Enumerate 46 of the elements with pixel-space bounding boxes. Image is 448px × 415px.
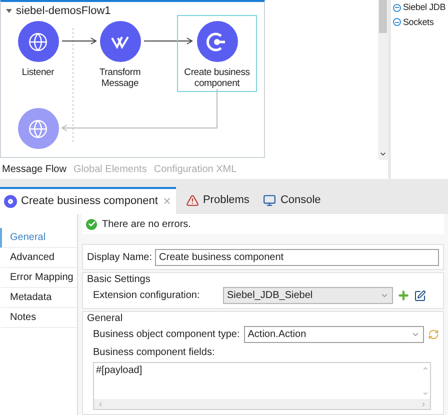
section-title: General: [87, 312, 124, 326]
refresh-icon[interactable]: [428, 329, 439, 340]
nav-item[interactable]: Error Mapping: [0, 268, 77, 288]
arrow: [62, 37, 97, 45]
arrow: [144, 37, 193, 45]
scroll-up-icon[interactable]: [422, 365, 428, 372]
status-message: There are no errors.: [102, 218, 191, 232]
extension-configuration-dropdown[interactable]: Siebel_JDB_Siebel: [223, 287, 393, 304]
editor-tab[interactable]: Create business component: [0, 186, 176, 214]
success-icon: [86, 218, 97, 230]
close-icon[interactable]: [162, 196, 172, 206]
scroll-left-icon[interactable]: [97, 400, 104, 408]
palette-item[interactable]: Sockets: [403, 16, 434, 29]
node-label: Transform Message: [98, 67, 142, 89]
component-fields-editor[interactable]: #[payload]: [93, 362, 431, 410]
field-label: Business object component type:: [93, 328, 240, 342]
field-label: Business component fields:: [92, 346, 216, 360]
nav-item[interactable]: Advanced: [0, 248, 77, 268]
canvas-tab[interactable]: Message Flow: [2, 162, 66, 177]
scrollbar[interactable]: [378, 0, 388, 160]
expand-triangle-icon[interactable]: [6, 8, 12, 14]
display-name-field[interactable]: Create business component: [155, 248, 439, 266]
component-type-dropdown[interactable]: Action.Action: [244, 326, 424, 343]
transform-icon: [111, 34, 129, 48]
scroll-down-icon[interactable]: [379, 150, 387, 158]
editor-tab[interactable]: Console: [259, 186, 325, 214]
editor-tab[interactable]: Problems: [182, 186, 254, 214]
flow-node[interactable]: Create business component: [177, 15, 257, 92]
globe-icon: [28, 32, 48, 52]
field-label: Extension configuration:: [93, 289, 201, 303]
globe-icon: [28, 118, 48, 138]
scrollbar-thumb[interactable]: [379, 0, 387, 33]
nav-item[interactable]: Notes: [0, 308, 77, 328]
warning-icon: [186, 194, 199, 207]
scroll-right-icon[interactable]: [420, 400, 427, 408]
field-label: Display Name:: [87, 250, 152, 264]
node-label: Create business component: [183, 67, 251, 89]
nav-item[interactable]: Metadata: [0, 288, 77, 308]
node-label: Listener: [22, 67, 54, 78]
caret-icon: [411, 330, 420, 339]
add-icon[interactable]: [397, 289, 410, 302]
section-title: Basic Settings: [87, 273, 152, 287]
edit-icon[interactable]: [414, 290, 426, 302]
caret-icon: [380, 291, 389, 300]
monitor-icon: [263, 194, 276, 207]
palette-item[interactable]: Siebel JDB: [403, 1, 446, 14]
